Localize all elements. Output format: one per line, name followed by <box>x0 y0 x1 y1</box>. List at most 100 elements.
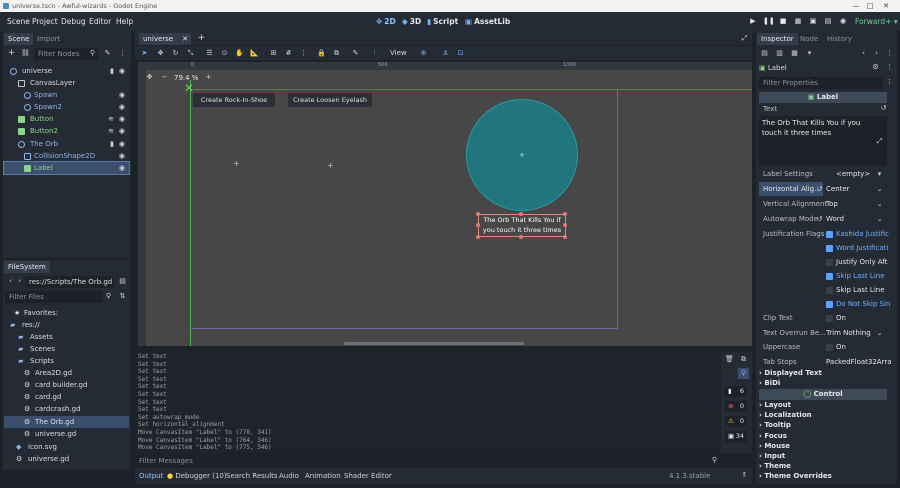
visibility-eye-icon[interactable]: ◉ <box>119 65 125 77</box>
fs-file[interactable]: ⚙ Area2D.gd <box>4 367 129 379</box>
tab-history[interactable]: History <box>823 33 856 45</box>
copy-output-icon[interactable]: ⧉ <box>738 354 749 365</box>
tree-node-button[interactable]: Button ≋ ◉ <box>4 113 129 125</box>
menu-dots-icon[interactable]: ⋮ <box>117 48 128 59</box>
select-mode-icon[interactable]: ➤ <box>139 48 150 59</box>
signal-icon[interactable]: ≋ <box>108 113 114 125</box>
tab-import[interactable]: Import <box>33 33 64 45</box>
search-icon[interactable]: ⚲ <box>738 368 749 379</box>
chevron-down-icon[interactable]: ⌄ <box>874 184 885 195</box>
menu-scene[interactable]: Scene <box>7 12 30 31</box>
scene-tab-universe[interactable]: universe ✕ <box>139 33 191 45</box>
sort-icon[interactable]: ⇅ <box>117 291 128 302</box>
inspector-options-icon[interactable]: ⋮ <box>884 77 895 88</box>
flag-do-not-skip-single-line[interactable]: Do Not Skip Sin <box>836 298 890 311</box>
menu-debug[interactable]: Debug <box>61 12 86 31</box>
minimize-button[interactable]: — <box>850 0 862 12</box>
resize-handle[interactable] <box>519 212 523 216</box>
play-custom-icon[interactable]: ▤ <box>823 16 833 26</box>
vertical-alignment-select[interactable]: Top <box>826 198 838 211</box>
group-localization[interactable]: › Localization <box>759 410 887 420</box>
chevron-down-icon[interactable]: ⌄ <box>874 214 885 225</box>
list-select-icon[interactable]: ☰ <box>204 48 215 59</box>
resize-handle[interactable] <box>476 235 480 239</box>
pause-icon[interactable]: ❚❚ <box>763 16 775 26</box>
revert-icon[interactable]: ↺ <box>814 184 825 195</box>
link-icon[interactable]: ⛓ <box>20 48 31 59</box>
tree-node-collisionshape2d[interactable]: CollisionShape2D ◉ <box>4 150 129 162</box>
bone-icon[interactable]: ✎ <box>350 48 361 59</box>
pivot-icon[interactable]: ⊙ <box>219 48 230 59</box>
maximize-button[interactable]: □ <box>864 0 876 12</box>
visibility-eye-icon[interactable]: ◉ <box>119 162 125 174</box>
checkbox-unchecked[interactable] <box>826 259 833 266</box>
menu-editor[interactable]: Editor <box>89 12 111 31</box>
pan-mode-icon[interactable]: ✋ <box>234 48 245 59</box>
group-theme[interactable]: › Theme <box>759 461 887 471</box>
group-icon[interactable]: ⧉ <box>331 48 342 59</box>
fs-favorites[interactable]: ★ Favorites: <box>4 307 129 319</box>
visibility-eye-icon[interactable]: ◉ <box>119 101 125 113</box>
workspace-3d[interactable]: ◆ 3D <box>402 12 421 31</box>
tree-node-spawn2[interactable]: Spawn2 ◉ <box>4 101 129 113</box>
checkbox-checked[interactable] <box>826 301 833 308</box>
expand-text-icon[interactable]: ⤢ <box>874 136 885 147</box>
group-layout[interactable]: › Layout <box>759 400 887 410</box>
tree-node-the-orb[interactable]: The Orb ▮ ◉ <box>4 138 129 150</box>
message-count[interactable]: ▮ 6 <box>725 386 747 397</box>
forward-arrow-icon[interactable]: › <box>14 276 25 287</box>
resource-menu-icon[interactable]: ▾ <box>804 48 815 59</box>
attach-script-icon[interactable]: ✎ <box>102 48 113 59</box>
group-bidi[interactable]: › BiDi <box>759 378 887 388</box>
tab-scene[interactable]: Scene <box>4 33 34 45</box>
signal-icon[interactable]: ≋ <box>108 125 114 137</box>
label-node-preview[interactable]: The Orb That Kills You if you touch it t… <box>478 214 566 237</box>
editor-message-count[interactable]: ▣ 34 <box>725 431 747 442</box>
zoom-in-button[interactable]: + <box>203 72 214 83</box>
tool-icon[interactable]: ⚙ <box>870 62 881 73</box>
new-resource-icon[interactable]: ▤ <box>759 48 770 59</box>
fs-file[interactable]: ⚙ universe.gd <box>4 453 129 465</box>
checkbox-unchecked[interactable] <box>826 287 833 294</box>
error-count[interactable]: ⊗ 0 <box>725 401 747 412</box>
tree-node-label[interactable]: Label ◉ <box>3 161 130 175</box>
object-menu-icon[interactable]: ⋮ <box>884 62 895 73</box>
renderer-select[interactable]: Forward+ ▾ <box>855 12 898 31</box>
add-node-icon[interactable]: + <box>6 48 17 59</box>
stop-icon[interactable]: ■ <box>778 16 788 26</box>
create-rock-in-shoe-button[interactable]: Create Rock-In-Shoe <box>193 93 275 107</box>
dropdown-arrow-icon[interactable]: ▾ <box>874 169 885 180</box>
text-overrun-select[interactable]: Trim Nothing <box>826 327 871 340</box>
resize-handle[interactable] <box>563 223 567 227</box>
add-tab-icon[interactable]: + <box>196 33 207 44</box>
revert-icon[interactable]: ↺ <box>878 103 889 114</box>
fs-folder-scripts[interactable]: ▰ Scripts <box>4 355 129 367</box>
visibility-eye-icon[interactable]: ◉ <box>119 89 125 101</box>
tab-debugger[interactable]: ● Debugger (10) <box>167 470 227 482</box>
checkbox-checked[interactable] <box>826 231 833 238</box>
save-resource-icon[interactable]: ▦ <box>789 48 800 59</box>
tab-filesystem[interactable]: FileSystem <box>4 261 50 273</box>
filter-files-input[interactable]: Filter Files <box>5 291 103 303</box>
create-loosen-eyelash-button[interactable]: Create Loosen Eyelash <box>288 93 372 107</box>
fs-folder-assets[interactable]: ▰ Assets <box>4 331 129 343</box>
smart-snap-icon[interactable]: ⊞ <box>268 48 279 59</box>
checkbox-checked[interactable] <box>826 245 833 252</box>
clip-text-checkbox[interactable] <box>826 315 833 322</box>
view-menu[interactable]: View <box>386 48 411 59</box>
tab-node[interactable]: Node <box>796 33 822 45</box>
horizontal-alignment-select[interactable]: Center <box>826 183 850 196</box>
script-icon[interactable]: ▮ <box>110 65 114 77</box>
visibility-eye-icon[interactable]: ◉ <box>119 113 125 125</box>
flag-skip-last-line[interactable]: Skip Last Line <box>836 270 885 283</box>
label-settings-value[interactable]: <empty> <box>836 168 870 181</box>
play-icon[interactable]: ▶ <box>748 16 758 26</box>
checkbox-checked[interactable] <box>826 273 833 280</box>
workspace-assetlib[interactable]: ▣ AssetLib <box>465 12 510 31</box>
load-resource-icon[interactable]: ▥ <box>774 48 785 59</box>
menu-project[interactable]: Project <box>32 12 58 31</box>
anchor-icon[interactable]: ⚓ <box>440 48 451 59</box>
distraction-free-icon[interactable]: ⤢ <box>739 33 750 44</box>
tab-search-results[interactable]: Search Results <box>226 470 278 482</box>
chevron-down-icon[interactable]: ⌄ <box>874 328 885 339</box>
